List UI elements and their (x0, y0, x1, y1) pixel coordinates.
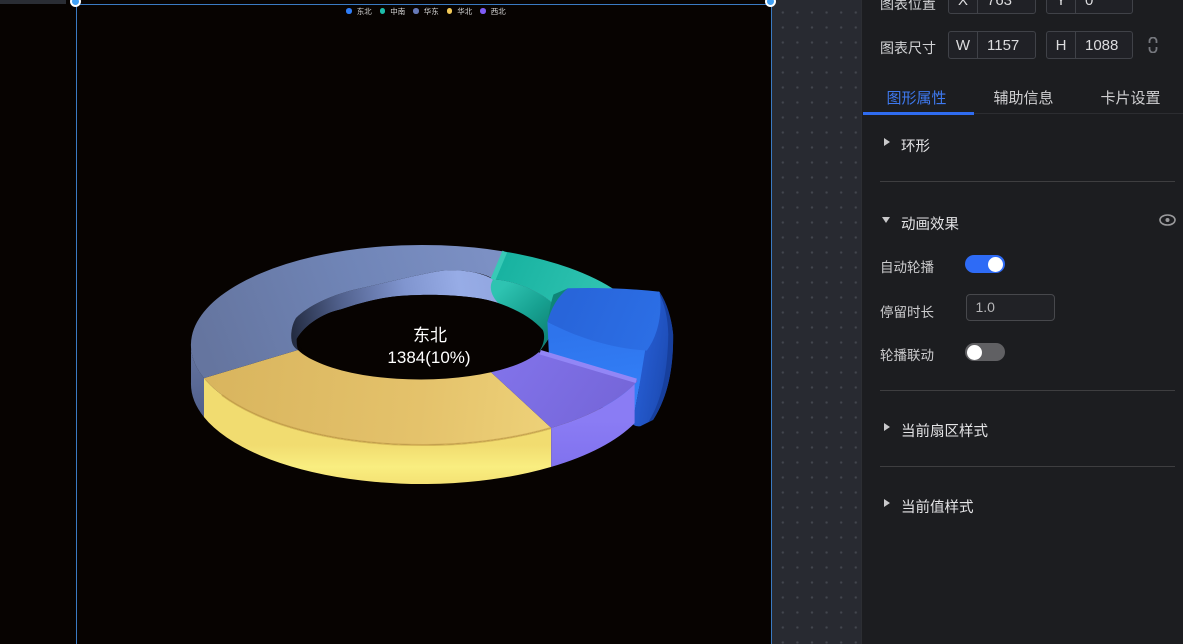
svg-text:1384(10%): 1384(10%) (387, 348, 470, 367)
svg-text:东北: 东北 (413, 326, 447, 345)
